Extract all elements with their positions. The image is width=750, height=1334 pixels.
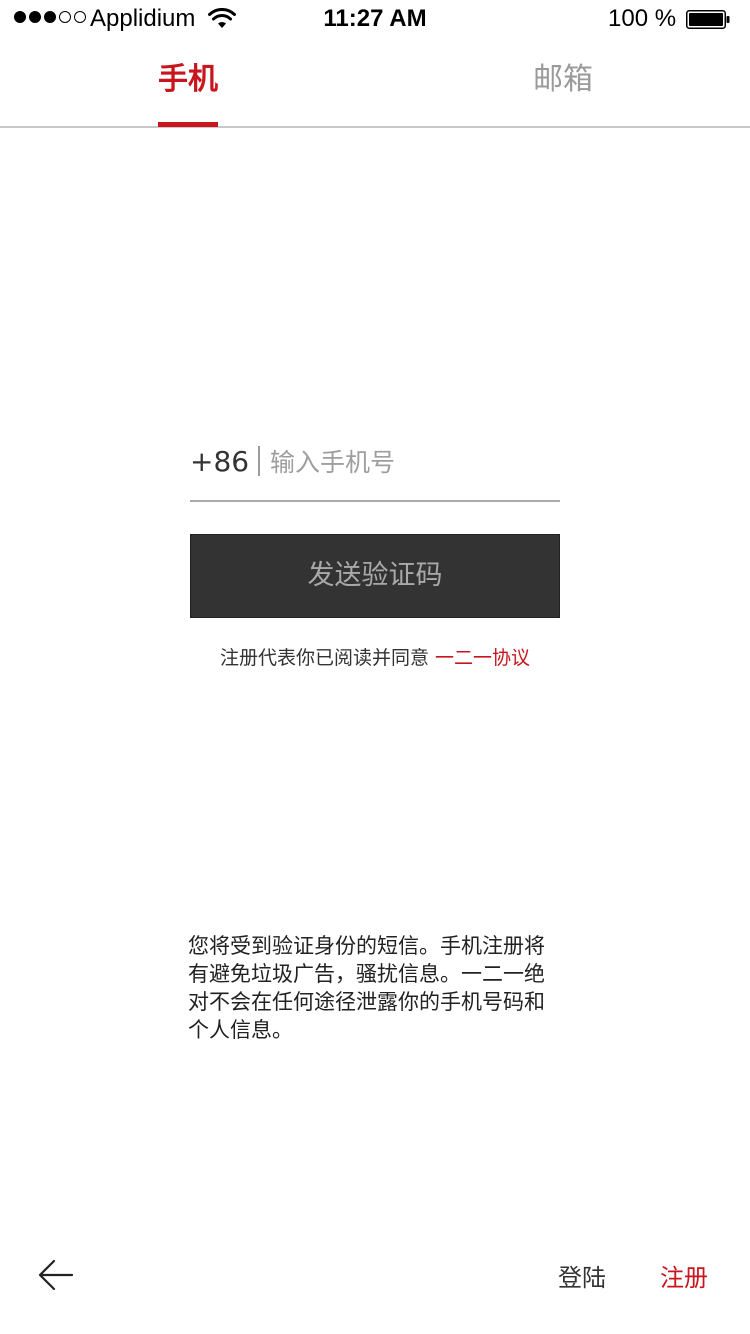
agreement-line: 注册代表你已阅读并同意 一二一协议 [0, 644, 750, 672]
arrow-left-icon[interactable] [38, 1258, 74, 1292]
status-bar: Applidium 11:27 AM 100 % [0, 0, 750, 40]
tab-email[interactable]: 邮箱 [533, 60, 593, 100]
battery-percent: 100 % [608, 5, 677, 32]
privacy-notice: 您将受到验证身份的短信。手机注册将有避免垃圾广告，骚扰信息。一二一绝对不会在任何… [188, 934, 545, 1042]
phone-input-row: +86 [190, 432, 560, 502]
login-link[interactable]: 登陆 [558, 1262, 606, 1294]
register-link[interactable]: 注册 [660, 1262, 708, 1294]
send-code-button[interactable]: 发送验证码 [190, 534, 560, 618]
agreement-text: 注册代表你已阅读并同意 [219, 647, 429, 669]
input-divider [258, 446, 260, 476]
tab-bar: 手机 邮箱 [0, 40, 750, 128]
tab-phone[interactable]: 手机 [158, 60, 218, 100]
phone-number-input[interactable] [270, 440, 556, 484]
country-code[interactable]: +86 [190, 442, 249, 482]
active-tab-indicator [158, 122, 218, 127]
battery-icon [686, 10, 730, 29]
register-screen: Applidium 11:27 AM 100 % 手机 邮箱 +86 发送验证码… [0, 0, 750, 1334]
agreement-link[interactable]: 一二一协议 [435, 647, 530, 669]
